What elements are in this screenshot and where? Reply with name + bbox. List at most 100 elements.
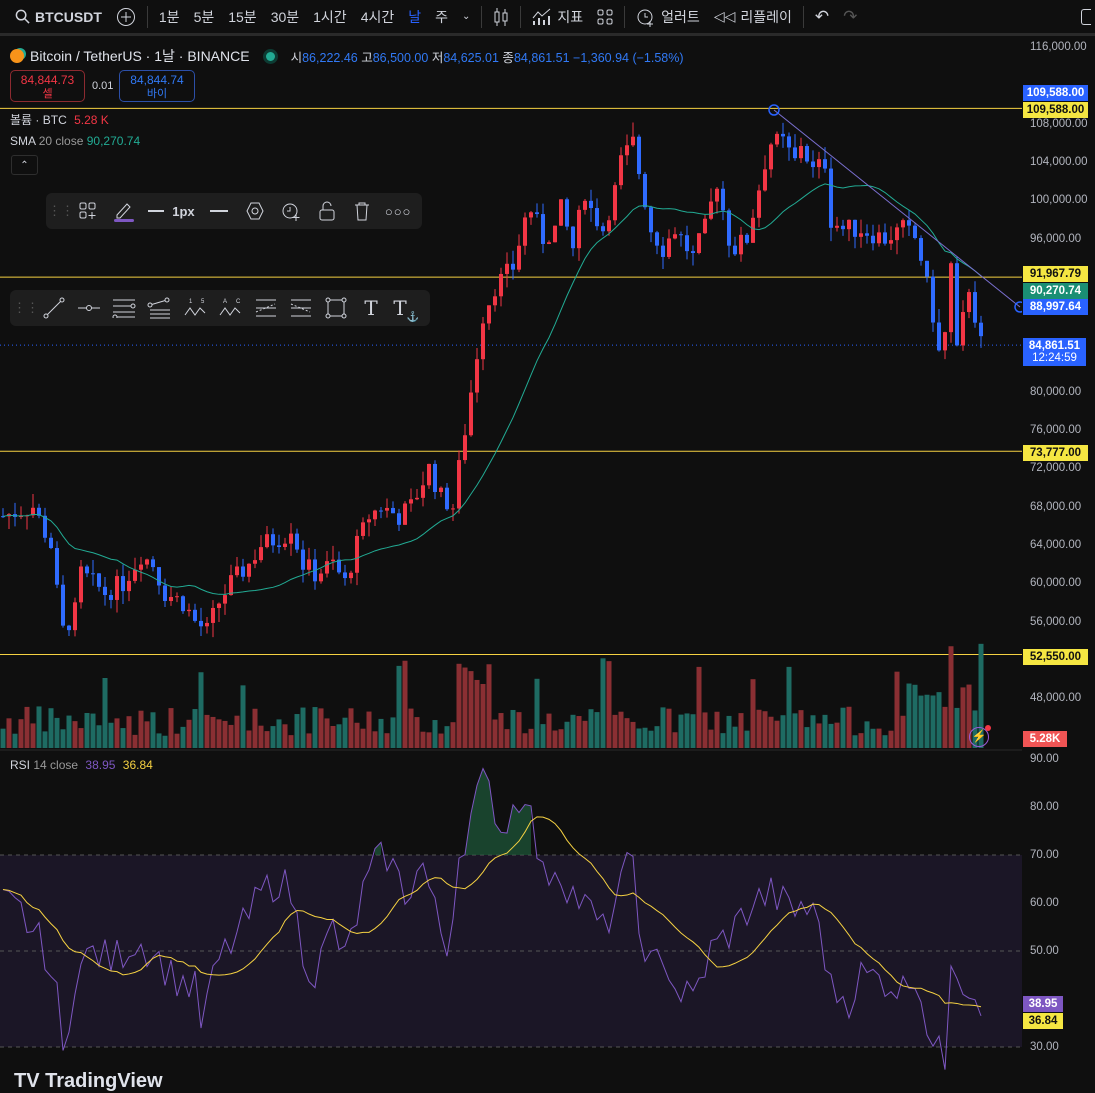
volume-bar (192, 709, 198, 748)
text-tool-icon[interactable]: T (353, 293, 388, 323)
volume-bar (444, 726, 450, 748)
trash-icon[interactable] (344, 196, 380, 226)
candle-body (583, 200, 587, 210)
drag-handle[interactable]: ⋮⋮ (48, 196, 74, 226)
volume-bar (588, 709, 594, 748)
short-position-tool-icon[interactable] (283, 293, 318, 323)
add-alert-icon[interactable] (273, 196, 309, 226)
volume-bar (678, 714, 684, 748)
candle-body (211, 607, 215, 623)
volume-bar (540, 724, 546, 748)
price-axis-label: 60,000.00 (1030, 577, 1082, 590)
abcd-pattern-tool-icon[interactable]: AC (212, 293, 247, 323)
candle-body (79, 566, 83, 603)
unlock-icon[interactable] (309, 196, 345, 226)
volume-bar (522, 733, 528, 748)
drawing-properties-toolbar: ⋮⋮ 1px ○○○ (46, 193, 422, 229)
candle-body (709, 201, 713, 219)
volume-bar (114, 718, 120, 748)
volume-bar (954, 707, 960, 748)
volume-bar (384, 733, 390, 748)
drag-handle[interactable]: ⋮⋮ (13, 293, 39, 323)
candle-body (463, 435, 467, 461)
volume-bar (696, 666, 702, 748)
horizontal-ray-tool-icon[interactable] (71, 293, 106, 323)
line-width-button[interactable]: 1px (142, 196, 202, 226)
candle-body (421, 485, 425, 498)
candle-body (631, 136, 635, 146)
bar-countdown: 12:24:59 (1032, 352, 1077, 364)
volume-legend[interactable]: 볼륨 · BTC 5.28 K (10, 111, 109, 128)
volume-bar (144, 721, 150, 748)
chart-legend: Bitcoin / TetherUS · 1날 · BINANCE 시86,22… (10, 46, 684, 66)
lightning-alert-icon[interactable]: ⚡ (969, 725, 991, 747)
volume-bar (492, 719, 498, 748)
rsi-legend[interactable]: RSI 14 close 38.95 36.84 (10, 758, 153, 772)
volume-bar (900, 715, 906, 748)
candle-body (283, 543, 287, 547)
long-position-tool-icon[interactable] (248, 293, 283, 323)
candle-body (907, 220, 911, 226)
trend-line-tool-icon[interactable] (36, 293, 71, 323)
volume-bar (402, 660, 408, 748)
candle-body (817, 159, 821, 168)
candle-body (85, 566, 89, 574)
candle-body (619, 155, 623, 186)
volume-bar (450, 722, 456, 748)
parallel-channel-tool-icon[interactable] (107, 293, 142, 323)
settings-hexagon-icon[interactable] (237, 196, 273, 226)
sell-price: 84,844.73 (20, 73, 75, 87)
sma-legend[interactable]: SMA 20 close 90,270.74 (10, 134, 140, 148)
more-icon[interactable]: ○○○ (380, 196, 416, 226)
price-axis-label: 108,000.00 (1030, 117, 1088, 130)
elliott-wave-tool-icon[interactable]: 15 (177, 293, 212, 323)
volume-bar (888, 730, 894, 748)
svg-text:A: A (223, 299, 227, 305)
volume-bar (624, 718, 630, 748)
volume-bar (804, 727, 810, 748)
volume-bar (858, 733, 864, 748)
price-axis-label: 72,000.00 (1030, 462, 1082, 475)
volume-bar (942, 706, 948, 748)
buy-button[interactable]: 84,844.74 바이 (119, 70, 195, 102)
sell-button[interactable]: 84,844.73 셀 (10, 70, 85, 102)
symbol-title[interactable]: Bitcoin / TetherUS · 1날 · BINANCE (30, 46, 250, 66)
candle-body (451, 508, 455, 510)
candle-body (409, 499, 413, 504)
volume-bar (426, 732, 432, 748)
rsi-axis-label: 30.00 (1030, 1041, 1059, 1053)
candle-body (445, 487, 449, 510)
volume-bar (270, 726, 276, 748)
templates-icon[interactable] (70, 196, 106, 226)
candle-body (925, 260, 929, 277)
anchored-text-tool-icon[interactable]: T ⚓ (389, 293, 424, 323)
line-style-icon[interactable] (201, 196, 237, 226)
candle-body (871, 235, 875, 244)
candle-body (139, 564, 143, 570)
candle-body (919, 238, 923, 261)
volume-bar (414, 717, 420, 748)
volume-bar (204, 714, 210, 748)
volume-bar (504, 729, 510, 748)
candle-body (625, 145, 629, 156)
volume-bar (216, 719, 222, 748)
candle-body (661, 245, 665, 257)
candle-body (271, 534, 275, 546)
volume-bar (912, 684, 918, 748)
volume-bar (174, 733, 180, 748)
candle-body (733, 245, 737, 255)
fib-retracement-tool-icon[interactable] (142, 293, 177, 323)
candle-body (823, 159, 827, 169)
price-chart[interactable] (0, 0, 1095, 1080)
candle-body (427, 463, 431, 486)
candle-body (157, 567, 161, 586)
line-color-pencil-icon[interactable] (106, 196, 142, 226)
candle-body (259, 547, 263, 561)
rsi-axis-label: 50.00 (1030, 945, 1059, 957)
price-axis-label: 64,000.00 (1030, 538, 1082, 551)
collapse-legend-button[interactable]: ⌃ (11, 155, 38, 175)
volume-bar (120, 728, 126, 748)
rectangle-tool-icon[interactable] (318, 293, 353, 323)
candle-body (181, 596, 185, 612)
candle-body (841, 225, 845, 230)
